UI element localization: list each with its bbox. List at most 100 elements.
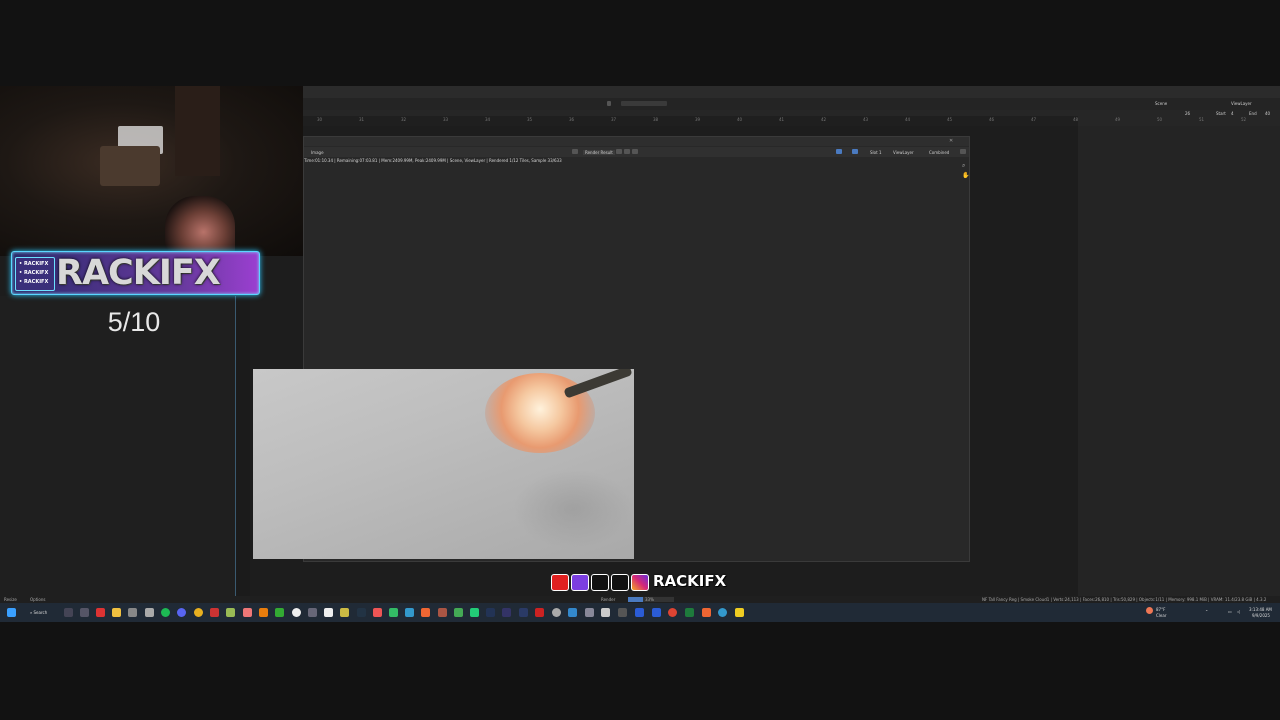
status-render-label: Render: [601, 597, 616, 602]
app-icon[interactable]: [552, 608, 561, 617]
window-close-icon[interactable]: ✕: [949, 138, 953, 144]
ruler-tick: 40: [737, 117, 743, 122]
left-panel: [0, 296, 236, 596]
channel-banner: • RACKIFX • RACKIFX • RACKIFX RACKIFX: [11, 251, 260, 295]
taskbar-search[interactable]: ⌕ Search: [30, 610, 47, 615]
ruler-tick: 35: [527, 117, 533, 122]
image-browse-icon[interactable]: [572, 149, 578, 154]
photoshop-icon[interactable]: [486, 608, 495, 617]
ruler-tick: 50: [1157, 117, 1163, 122]
ruler-tick: 48: [1073, 117, 1079, 122]
viewlayer-selector[interactable]: ViewLayer: [1231, 101, 1252, 106]
word-icon[interactable]: [652, 608, 661, 617]
app-icon[interactable]: [324, 608, 333, 617]
app-icon[interactable]: [275, 608, 284, 617]
image-editor-titlebar[interactable]: ✕: [304, 137, 969, 146]
end-value[interactable]: 40: [1265, 111, 1270, 116]
file-explorer-icon[interactable]: [112, 608, 121, 617]
x-icon: [591, 574, 609, 591]
app-icon[interactable]: [405, 608, 414, 617]
blender-icon[interactable]: [259, 608, 268, 617]
image-name-field[interactable]: Render Result: [583, 150, 615, 155]
app-icon[interactable]: [145, 608, 154, 617]
volume-icon[interactable]: ◁: [1237, 609, 1240, 614]
premiere-icon[interactable]: [502, 608, 511, 617]
app-icon[interactable]: [702, 608, 711, 617]
discord-icon[interactable]: [177, 608, 186, 617]
app-icon[interactable]: [568, 608, 577, 617]
ruler-tick: 46: [989, 117, 995, 122]
windows-taskbar: ⌕ Search 87°F Clear ⌃ ▭ ◁ 3:13:48 AM 9/9…: [0, 603, 1280, 622]
frame-ruler[interactable]: 30 31 32 33 34 35 36 37 38 39 40 41 42 43 44 45 46 47 48 49…: [303, 116, 1246, 126]
clock-date[interactable]: 9/9/2025: [1252, 613, 1270, 618]
app-icon[interactable]: [226, 608, 235, 617]
app-icon[interactable]: [668, 608, 677, 617]
app-icon[interactable]: [340, 608, 349, 617]
brave-icon[interactable]: [210, 608, 219, 617]
zoom-icon[interactable]: ⌕: [962, 163, 968, 169]
unreal-icon[interactable]: [308, 608, 317, 617]
excel-icon[interactable]: [685, 608, 694, 617]
image-menu[interactable]: Image: [311, 150, 324, 155]
tiktok-icon: [611, 574, 629, 591]
app-icon[interactable]: [470, 608, 479, 617]
overlay-icon[interactable]: [852, 149, 858, 154]
weather-temp[interactable]: 87°F: [1156, 607, 1165, 612]
sticky-notes-icon[interactable]: [735, 608, 744, 617]
app-icon[interactable]: [357, 608, 366, 617]
opera-icon[interactable]: [96, 608, 105, 617]
gizmo-icon[interactable]: [960, 149, 966, 154]
close-image-icon[interactable]: [632, 149, 638, 154]
weather-icon[interactable]: [1146, 607, 1153, 614]
app-icon[interactable]: [618, 608, 627, 617]
app-icon[interactable]: [438, 608, 447, 617]
socials-bar: RACKIFX: [551, 572, 726, 591]
obs-icon[interactable]: [292, 608, 301, 617]
chrome-icon[interactable]: [194, 608, 203, 617]
settings-icon[interactable]: [128, 608, 137, 617]
app-icon[interactable]: [454, 608, 463, 617]
banner-list-item: • RACKIFX: [19, 279, 49, 285]
ruler-tick: 34: [485, 117, 491, 122]
blender-header: Scene ViewLayer: [303, 98, 1280, 110]
task-view-icon[interactable]: [64, 608, 73, 617]
app-icon[interactable]: [421, 608, 430, 617]
app-icon[interactable]: [373, 608, 382, 617]
right-panel: [1078, 126, 1280, 596]
widgets-icon[interactable]: [80, 608, 89, 617]
tray-chevron-icon[interactable]: ⌃: [1205, 609, 1208, 614]
app-icon[interactable]: [243, 608, 252, 617]
playback-controls[interactable]: [607, 101, 611, 106]
pass-dropdown[interactable]: Combined: [929, 150, 949, 155]
display-channels-icon[interactable]: [836, 149, 842, 154]
pan-hand-icon[interactable]: ✋: [962, 173, 969, 179]
current-frame[interactable]: 26: [1185, 111, 1190, 116]
letterbox-bottom: [0, 622, 1280, 720]
panel-divider: [235, 296, 236, 596]
viewlayer-dropdown[interactable]: ViewLayer: [893, 150, 914, 155]
app-icon[interactable]: [389, 608, 398, 617]
ruler-tick: 31: [359, 117, 365, 122]
weather-desc: Clear: [1156, 613, 1167, 618]
render-result-image: [253, 369, 634, 559]
app-icon[interactable]: [635, 608, 644, 617]
transport-buttons[interactable]: [621, 101, 667, 106]
scene-selector[interactable]: Scene: [1155, 101, 1167, 106]
after-effects-icon[interactable]: [519, 608, 528, 617]
ruler-tick: 32: [401, 117, 407, 122]
fake-user-icon[interactable]: [616, 149, 622, 154]
slot-selector[interactable]: Slot 1: [870, 150, 881, 155]
network-icon[interactable]: ▭: [1228, 609, 1232, 614]
clock-time[interactable]: 3:13:48 AM: [1249, 607, 1272, 612]
ruler-tick: 44: [905, 117, 911, 122]
app-icon[interactable]: [718, 608, 727, 617]
windows-start-icon[interactable]: [7, 608, 16, 617]
app-icon[interactable]: [585, 608, 594, 617]
start-label: Start: [1216, 111, 1226, 116]
spotify-icon[interactable]: [161, 608, 170, 617]
start-value[interactable]: 4: [1231, 111, 1234, 116]
app-icon[interactable]: [601, 608, 610, 617]
ruler-tick: 37: [611, 117, 617, 122]
folder-icon[interactable]: [624, 149, 630, 154]
acrobat-icon[interactable]: [535, 608, 544, 617]
